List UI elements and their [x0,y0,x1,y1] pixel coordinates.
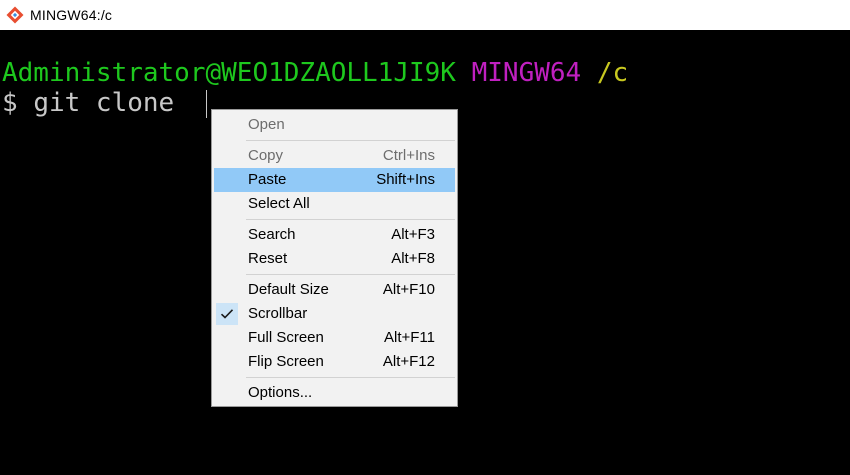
menu-separator [246,274,455,275]
menu-item-label: Full Screen [248,329,324,346]
menu-item-label: Scrollbar [248,305,308,322]
menu-item-label: Reset [248,250,288,267]
menu-item-reset[interactable]: Reset Alt+F8 [214,247,455,271]
terminal-window: MINGW64:/c Administrator@WEO1DZAOLL1JI9K… [0,0,850,475]
command-line[interactable]: $ git clone [2,88,174,118]
menu-item-full-screen[interactable]: Full Screen Alt+F11 [214,326,455,350]
menu-separator [246,219,455,220]
menu-separator [246,140,455,141]
command-text: git clone [33,88,175,118]
git-bash-icon [6,6,24,24]
menu-item-label: Default Size [248,281,329,298]
menu-item-label: Options... [248,384,313,401]
menu-item-shortcut: Shift+Ins [376,171,435,188]
menu-item-shortcut: Alt+F10 [382,281,435,298]
menu-item-label: Search [248,226,296,243]
prompt-symbol: $ [2,88,18,118]
menu-separator [246,377,455,378]
context-menu: Open Copy Ctrl+Ins Paste Shift+Ins Selec… [211,109,458,407]
window-title: MINGW64:/c [30,7,113,23]
menu-item-search[interactable]: Search Alt+F3 [214,223,455,247]
menu-item-label: Copy [248,147,284,164]
menu-item-shortcut: Alt+F12 [382,353,435,370]
menu-item-label: Paste [248,171,287,188]
menu-item-open[interactable]: Open [214,113,455,137]
menu-item-scrollbar[interactable]: Scrollbar [214,302,455,326]
text-cursor [206,90,207,118]
menu-item-label: Select All [248,195,310,212]
environment-name: MINGW64 [471,58,582,88]
user-host: Administrator@WEO1DZAOLL1JI9K [2,58,456,88]
menu-item-copy[interactable]: Copy Ctrl+Ins [214,144,455,168]
menu-item-shortcut: Ctrl+Ins [382,147,435,164]
checkmark-icon [216,303,238,325]
menu-item-select-all[interactable]: Select All [214,192,455,216]
menu-item-options[interactable]: Options... [214,381,455,405]
menu-item-flip-screen[interactable]: Flip Screen Alt+F12 [214,350,455,374]
prompt-header-line: Administrator@WEO1DZAOLL1JI9K MINGW64 /c [2,58,628,88]
menu-item-default-size[interactable]: Default Size Alt+F10 [214,278,455,302]
menu-item-label: Flip Screen [248,353,324,370]
current-path: /c [596,58,629,88]
title-bar[interactable]: MINGW64:/c [0,0,850,30]
menu-item-shortcut: Alt+F11 [384,329,435,346]
menu-item-label: Open [248,116,285,133]
menu-item-shortcut: Alt+F3 [391,226,435,243]
menu-item-shortcut: Alt+F8 [391,250,435,267]
menu-item-paste[interactable]: Paste Shift+Ins [214,168,455,192]
